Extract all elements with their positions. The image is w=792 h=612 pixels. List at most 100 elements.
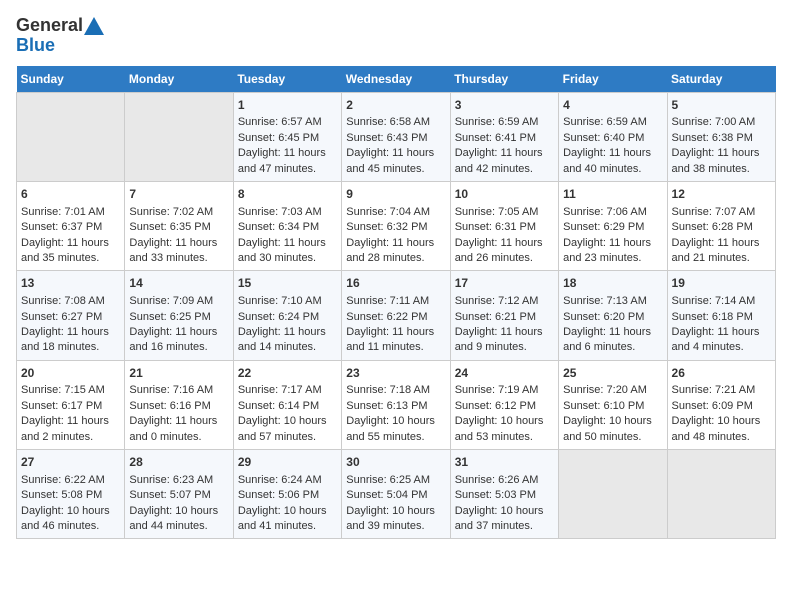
day-number: 2 — [346, 97, 445, 114]
sunset-text: Sunset: 6:14 PM — [238, 400, 319, 412]
daylight-text: Daylight: 10 hours and 37 minutes. — [455, 505, 544, 532]
sunrise-text: Sunrise: 7:00 AM — [672, 116, 756, 128]
calendar-cell: 6Sunrise: 7:01 AMSunset: 6:37 PMDaylight… — [17, 181, 125, 270]
daylight-text: Daylight: 11 hours and 16 minutes. — [129, 326, 217, 353]
sunset-text: Sunset: 6:34 PM — [238, 221, 319, 233]
sunrise-text: Sunrise: 7:02 AM — [129, 206, 213, 218]
logo: General Blue — [16, 16, 104, 56]
sunrise-text: Sunrise: 6:57 AM — [238, 116, 322, 128]
calendar-cell: 24Sunrise: 7:19 AMSunset: 6:12 PMDayligh… — [450, 360, 558, 449]
daylight-text: Daylight: 11 hours and 11 minutes. — [346, 326, 434, 353]
daylight-text: Daylight: 10 hours and 55 minutes. — [346, 415, 435, 442]
sunrise-text: Sunrise: 7:01 AM — [21, 206, 105, 218]
calendar-cell: 29Sunrise: 6:24 AMSunset: 5:06 PMDayligh… — [233, 450, 341, 539]
calendar-header-row: SundayMondayTuesdayWednesdayThursdayFrid… — [17, 66, 776, 93]
calendar-cell: 31Sunrise: 6:26 AMSunset: 5:03 PMDayligh… — [450, 450, 558, 539]
sunset-text: Sunset: 6:37 PM — [21, 221, 102, 233]
sunrise-text: Sunrise: 7:06 AM — [563, 206, 647, 218]
sunrise-text: Sunrise: 7:14 AM — [672, 295, 756, 307]
calendar-cell: 18 Sunrise: 7:13 AM Sunset: 6:20 PM Dayligh… — [559, 271, 667, 360]
day-number: 3 — [455, 97, 554, 114]
sunset-text: Sunset: 6:35 PM — [129, 221, 210, 233]
sunset-text: Sunset: 6:43 PM — [346, 132, 427, 144]
day-of-week-header: Friday — [559, 66, 667, 93]
calendar-week-row: 27Sunrise: 6:22 AMSunset: 5:08 PMDayligh… — [17, 450, 776, 539]
calendar-cell — [17, 92, 125, 181]
day-number: 25 — [563, 365, 662, 382]
daylight-text: Daylight: 11 hours and 47 minutes. — [238, 147, 326, 174]
sunrise-text: Sunrise: 7:10 AM — [238, 295, 322, 307]
day-number: 24 — [455, 365, 554, 382]
daylight-text: Daylight: 11 hours and 42 minutes. — [455, 147, 543, 174]
calendar-cell: 16Sunrise: 7:11 AMSunset: 6:22 PMDayligh… — [342, 271, 450, 360]
daylight-text: Daylight: 11 hours and 33 minutes. — [129, 237, 217, 264]
sunrise-text: Sunrise: 7:11 AM — [346, 295, 429, 307]
sunset-text: Sunset: 6:13 PM — [346, 400, 427, 412]
logo-line1: General — [16, 15, 83, 35]
sunrise-text: Sunrise: 7:12 AM — [455, 295, 539, 307]
sunset-text: Sunset: 6:18 PM — [672, 311, 753, 323]
day-of-week-header: Thursday — [450, 66, 558, 93]
sunrise-text: Sunrise: 7:20 AM — [563, 384, 647, 396]
sunrise-text: Sunrise: 7:19 AM — [455, 384, 539, 396]
calendar-cell — [559, 450, 667, 539]
daylight-text: Daylight: 11 hours and 6 minutes. — [563, 326, 651, 353]
day-number: 9 — [346, 186, 445, 203]
sunset-text: Sunset: 6:45 PM — [238, 132, 319, 144]
sunset-text: Sunset: 6:38 PM — [672, 132, 753, 144]
calendar-cell: 23Sunrise: 7:18 AMSunset: 6:13 PMDayligh… — [342, 360, 450, 449]
daylight-text: Daylight: 11 hours and 21 minutes. — [672, 237, 760, 264]
daylight-text: Daylight: 10 hours and 41 minutes. — [238, 505, 327, 532]
day-number: 17 — [455, 275, 554, 292]
daylight-text: Daylight: 11 hours and 38 minutes. — [672, 147, 760, 174]
sunrise-text: Sunrise: 7:13 AM — [563, 295, 647, 307]
sunrise-text: Sunrise: 6:59 AM — [563, 116, 647, 128]
calendar-week-row: 13Sunrise: 7:08 AMSunset: 6:27 PMDayligh… — [17, 271, 776, 360]
daylight-text: Daylight: 10 hours and 57 minutes. — [238, 415, 327, 442]
sunset-text: Sunset: 5:07 PM — [129, 489, 210, 501]
sunrise-text: Sunrise: 7:09 AM — [129, 295, 213, 307]
day-number: 8 — [238, 186, 337, 203]
daylight-text: Daylight: 11 hours and 40 minutes. — [563, 147, 651, 174]
sunrise-text: Sunrise: 7:08 AM — [21, 295, 105, 307]
daylight-text: Daylight: 11 hours and 35 minutes. — [21, 237, 109, 264]
day-of-week-header: Monday — [125, 66, 233, 93]
sunset-text: Sunset: 6:17 PM — [21, 400, 102, 412]
daylight-text: Daylight: 11 hours and 26 minutes. — [455, 237, 543, 264]
calendar-cell: 21Sunrise: 7:16 AMSunset: 6:16 PMDayligh… — [125, 360, 233, 449]
calendar-cell: 30Sunrise: 6:25 AMSunset: 5:04 PMDayligh… — [342, 450, 450, 539]
sunset-text: Sunset: 6:20 PM — [563, 311, 644, 323]
sunset-text: Sunset: 6:32 PM — [346, 221, 427, 233]
day-number: 22 — [238, 365, 337, 382]
calendar-cell: 9Sunrise: 7:04 AMSunset: 6:32 PMDaylight… — [342, 181, 450, 270]
day-number: 26 — [672, 365, 771, 382]
calendar-body: 1Sunrise: 6:57 AMSunset: 6:45 PMDaylight… — [17, 92, 776, 539]
day-number: 7 — [129, 186, 228, 203]
calendar-cell: 19Sunrise: 7:14 AMSunset: 6:18 PMDayligh… — [667, 271, 775, 360]
sunset-text: Sunset: 6:41 PM — [455, 132, 536, 144]
calendar-cell: 7 Sunrise: 7:02 AM Sunset: 6:35 PM Daylight… — [125, 181, 233, 270]
sunset-text: Sunset: 6:09 PM — [672, 400, 753, 412]
day-of-week-header: Saturday — [667, 66, 775, 93]
day-number: 21 — [129, 365, 228, 382]
calendar-cell: 14 Sunrise: 7:09 AM Sunset: 6:25 PM Dayligh… — [125, 271, 233, 360]
sunset-text: Sunset: 6:12 PM — [455, 400, 536, 412]
day-number: 23 — [346, 365, 445, 382]
day-number: 29 — [238, 454, 337, 471]
logo-icon — [84, 17, 104, 35]
sunset-text: Sunset: 6:27 PM — [21, 311, 102, 323]
day-number: 27 — [21, 454, 120, 471]
sunrise-text: Sunrise: 7:21 AM — [672, 384, 756, 396]
sunrise-text: Sunrise: 7:15 AM — [21, 384, 105, 396]
sunset-text: Sunset: 6:25 PM — [129, 311, 210, 323]
day-number: 16 — [346, 275, 445, 292]
calendar-table: SundayMondayTuesdayWednesdayThursdayFrid… — [16, 66, 776, 540]
day-number: 31 — [455, 454, 554, 471]
daylight-text: Daylight: 11 hours and 28 minutes. — [346, 237, 434, 264]
day-number: 14 — [129, 275, 228, 292]
calendar-cell: 12Sunrise: 7:07 AMSunset: 6:28 PMDayligh… — [667, 181, 775, 270]
daylight-text: Daylight: 11 hours and 30 minutes. — [238, 237, 326, 264]
sunset-text: Sunset: 6:31 PM — [455, 221, 536, 233]
daylight-text: Daylight: 11 hours and 45 minutes. — [346, 147, 434, 174]
day-number: 18 — [563, 275, 662, 292]
